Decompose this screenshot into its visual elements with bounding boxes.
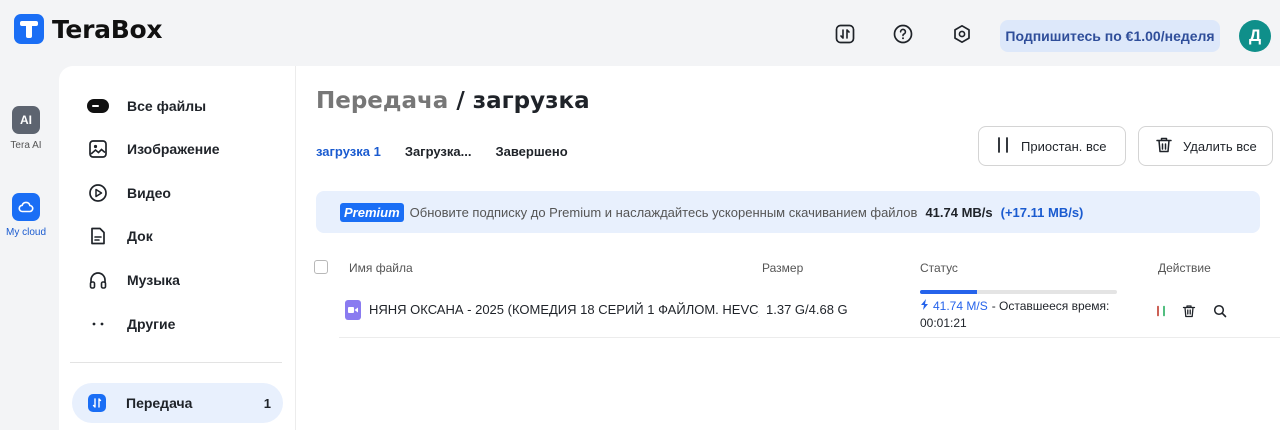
tera-ai-icon: AI: [12, 106, 40, 134]
more-icon: [87, 313, 109, 335]
delete-all-button[interactable]: Удалить все: [1138, 126, 1273, 166]
document-icon: [87, 225, 109, 247]
row-search-button[interactable]: [1212, 303, 1228, 319]
select-all-checkbox[interactable]: [314, 260, 328, 274]
transfer-icon: [88, 394, 106, 412]
sidebar: Все файлы Изображение Видео Док Музыка Д…: [59, 66, 296, 430]
file-size: 1.37 G/4.68 G: [766, 302, 848, 317]
tab-downloading[interactable]: Загрузка...: [405, 144, 472, 159]
download-speed: 41.74 M/S: [933, 299, 988, 313]
subscribe-button[interactable]: Подпишитесь по €1.00/неделя: [1000, 20, 1220, 52]
sidebar-item-docs[interactable]: Док: [87, 224, 153, 248]
settings-icon[interactable]: [951, 23, 973, 45]
transfer-icon[interactable]: [834, 23, 856, 45]
pause-icon: [1157, 305, 1165, 317]
column-header-name[interactable]: Имя файла: [349, 261, 413, 275]
sidebar-divider: [70, 362, 282, 363]
premium-banner[interactable]: Premium Обновите подписку до Premium и н…: [316, 191, 1260, 233]
image-icon: [87, 138, 109, 160]
row-divider: [339, 337, 1280, 338]
search-icon: [1213, 304, 1227, 318]
row-pause-button[interactable]: [1153, 303, 1169, 319]
file-name[interactable]: НЯНЯ ОКСАНА - 2025 (КОМЕДИЯ 18 СЕРИЙ 1 Ф…: [369, 302, 759, 317]
premium-badge: Premium: [340, 202, 404, 222]
terabox-logo[interactable]: TeraBox: [14, 14, 162, 44]
music-icon: [87, 269, 109, 291]
brand-name: TeraBox: [52, 14, 163, 44]
remaining-time: 00:01:21: [920, 316, 967, 330]
rail-tera-ai[interactable]: AI Tera AI: [0, 106, 52, 151]
rail-tera-ai-label: Tera AI: [10, 140, 42, 151]
download-progress-bar: [920, 290, 1117, 294]
transfer-tabs: загрузка 1 Загрузка... Завершено: [316, 144, 568, 159]
rail-my-cloud-label: My cloud: [5, 227, 46, 238]
main-panel: Все файлы Изображение Видео Док Музыка Д…: [59, 66, 1280, 430]
sidebar-item-images[interactable]: Изображение: [87, 137, 220, 161]
rail-my-cloud[interactable]: My cloud: [0, 193, 52, 238]
pause-icon: [995, 136, 1011, 157]
cloud-icon: [12, 193, 40, 221]
sidebar-item-all-files[interactable]: Все файлы: [87, 94, 206, 118]
help-icon[interactable]: [892, 23, 914, 45]
column-header-status: Статус: [920, 261, 958, 275]
remaining-label: - Оставшееся время:: [991, 299, 1110, 313]
page-title: Передача / загрузка: [316, 88, 590, 114]
sidebar-item-music[interactable]: Музыка: [87, 268, 180, 292]
trash-icon: [1155, 136, 1173, 157]
promo-text: Обновите подписку до Premium и наслаждай…: [409, 204, 918, 220]
promo-speed: 41.74 MB/s: [925, 204, 993, 220]
terabox-logo-icon: [14, 14, 44, 44]
column-header-action: Действие: [1158, 261, 1211, 275]
tab-completed[interactable]: Завершено: [495, 144, 567, 159]
sidebar-item-transfer[interactable]: Передача 1: [72, 383, 283, 423]
lightning-icon: [920, 299, 929, 313]
all-files-icon: [87, 95, 109, 117]
tab-download[interactable]: загрузка 1: [316, 144, 381, 159]
column-header-size[interactable]: Размер: [762, 261, 803, 275]
video-icon: [87, 182, 109, 204]
transfer-count-badge: 1: [263, 395, 271, 411]
promo-boost: (+17.11 MB/s): [1000, 204, 1084, 220]
sidebar-item-video[interactable]: Видео: [87, 181, 171, 205]
avatar[interactable]: Д: [1239, 20, 1271, 52]
row-delete-button[interactable]: [1181, 303, 1197, 319]
trash-icon: [1182, 305, 1196, 318]
download-progress-fill: [920, 290, 978, 294]
download-status: 41.74 M/S - Оставшееся время:: [920, 299, 1109, 313]
sidebar-item-other[interactable]: Другие: [87, 312, 175, 336]
video-file-icon: [345, 300, 361, 320]
pause-all-button[interactable]: Приостан. все: [978, 126, 1126, 166]
